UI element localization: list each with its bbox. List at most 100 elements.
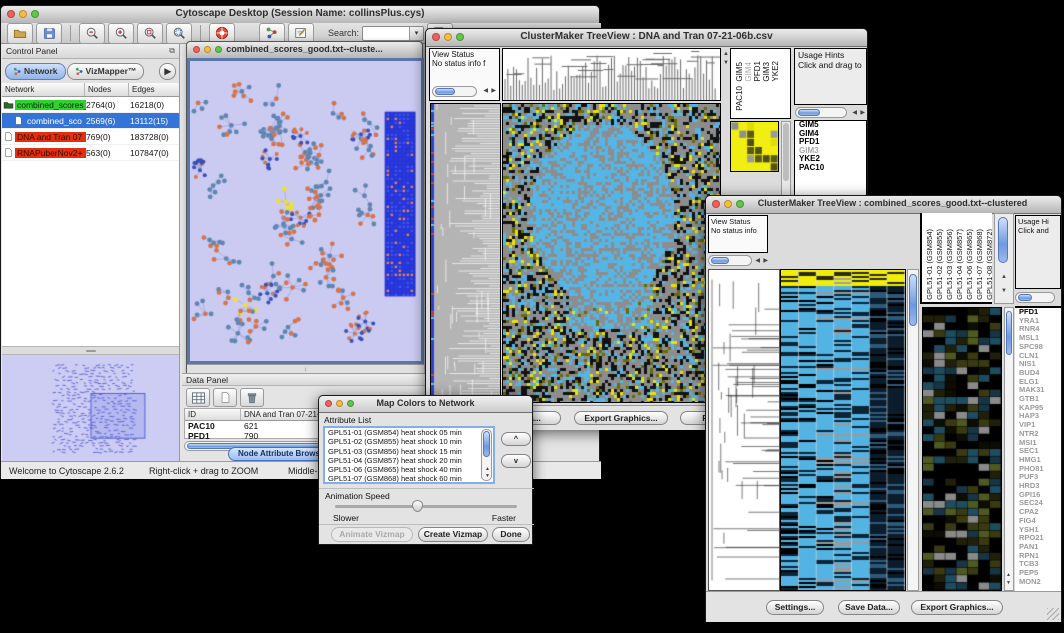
column-label[interactable]: YKE2: [771, 61, 780, 81]
new-attribute-icon[interactable]: [213, 388, 237, 407]
network-overview-canvas[interactable]: [4, 356, 178, 460]
treeview2-heatmap-vscrollbar[interactable]: [907, 269, 919, 591]
save-icon[interactable]: [36, 23, 62, 44]
search-input[interactable]: ▾: [362, 26, 424, 41]
column-label[interactable]: PAC10: [735, 86, 744, 111]
attribute-item[interactable]: GPL51-07 (GSM868) heat shock 60 min: [325, 474, 493, 483]
close-icon[interactable]: [325, 400, 332, 407]
scroll-down-icon[interactable]: ▼: [1006, 580, 1011, 586]
scroll-right-icon[interactable]: ▶: [491, 88, 496, 94]
export-graphics-button[interactable]: Export Graphics...: [574, 411, 668, 425]
treeview2-zoom-heatmap[interactable]: [922, 307, 1002, 591]
scroll-left-icon[interactable]: ◀: [483, 88, 488, 94]
column-label[interactable]: GPL51-08 (GSM872): [985, 229, 992, 300]
scroll-up-icon[interactable]: ▲: [485, 466, 490, 472]
usage-scrollbar[interactable]: [1015, 292, 1055, 303]
treeview2-titlebar[interactable]: ClusterMaker TreeView : combined_scores_…: [706, 196, 1061, 214]
animation-speed-slider[interactable]: [335, 505, 517, 508]
scroll-right-icon[interactable]: ▶: [860, 110, 865, 116]
network-list-row[interactable]: DNA and Tran 07 769(0) 183728(0): [2, 129, 179, 145]
create-vizmap-button[interactable]: Create Vizmap: [418, 527, 488, 542]
treeview1-heatmap[interactable]: [502, 103, 721, 403]
chevron-down-icon[interactable]: ▾: [409, 27, 423, 40]
resize-grip-icon[interactable]: ↕: [304, 367, 307, 373]
network-list-row[interactable]: combined_scores_ 2764(0) 16218(0): [2, 97, 179, 113]
view-status-scrollbar[interactable]: [708, 255, 752, 266]
column-label[interactable]: GPL51-07 (GSM868): [975, 229, 984, 300]
treeview2-row-dendrogram[interactable]: [708, 269, 780, 591]
network-canvas[interactable]: [190, 61, 419, 359]
treeview1-column-dendrogram[interactable]: [502, 48, 721, 101]
data-column-id[interactable]: ID: [185, 409, 241, 420]
column-header-edges[interactable]: Edges: [129, 83, 179, 96]
treeview2-heatmap[interactable]: [780, 269, 906, 591]
open-folder-icon[interactable]: [7, 23, 33, 44]
scroll-up-icon[interactable]: ▲: [723, 51, 729, 57]
scroll-up-icon[interactable]: ▲: [1006, 572, 1011, 578]
animate-vizmap-button[interactable]: Animate Vizmap: [331, 527, 413, 542]
network-list-row[interactable]: combined_sco 2569(6) 13112(15): [2, 113, 179, 129]
close-icon[interactable]: [712, 200, 720, 208]
attribute-item[interactable]: GPL51-03 (GSM856) heat shock 15 min: [325, 447, 493, 456]
move-down-button[interactable]: v: [501, 454, 531, 468]
network-list-row[interactable]: RNAPuberNov2+ 563(0) 107847(0): [2, 145, 179, 161]
column-label[interactable]: GPL51-03 (GSM856): [945, 229, 954, 300]
float-panel-icon[interactable]: ⧉: [169, 46, 175, 56]
control-panel-tab[interactable]: VizMapper™: [67, 63, 145, 80]
overview-splitter[interactable]: [2, 346, 179, 355]
column-label[interactable]: GIM4: [744, 62, 753, 82]
export-graphics-button[interactable]: Export Graphics...: [911, 600, 1003, 615]
dialog-titlebar[interactable]: Map Colors to Network: [319, 396, 532, 413]
delete-attribute-icon[interactable]: [240, 388, 264, 407]
done-button[interactable]: Done: [492, 527, 530, 542]
treeview1-row-dendrogram[interactable]: [430, 103, 501, 403]
treeview2-zoom-vscrollbar[interactable]: ▲ ▼: [1004, 307, 1014, 591]
column-header-nodes[interactable]: Nodes: [85, 83, 129, 96]
settings-button[interactable]: Settings...: [766, 600, 824, 615]
scroll-up-icon[interactable]: ▲: [1001, 274, 1007, 280]
scroll-down-icon[interactable]: ▼: [1001, 288, 1007, 294]
zoom-selected-icon[interactable]: [137, 23, 163, 44]
column-label[interactable]: GIM5: [735, 62, 744, 82]
column-label[interactable]: GPL51-01 (GSM854): [925, 229, 934, 300]
gene-label[interactable]: MON2: [1017, 578, 1061, 587]
close-icon[interactable]: [7, 10, 15, 18]
column-label[interactable]: GPL51-04 (GSM857): [955, 229, 964, 300]
move-up-button[interactable]: ^: [501, 432, 531, 446]
minimize-icon[interactable]: [336, 400, 343, 407]
column-header-network[interactable]: Network: [2, 83, 85, 96]
scroll-left-icon[interactable]: ◀: [852, 110, 857, 116]
column-label[interactable]: PFD1: [753, 61, 762, 81]
minimize-icon[interactable]: [204, 46, 211, 53]
scroll-down-icon[interactable]: ▼: [485, 473, 490, 479]
scroll-right-icon[interactable]: ▶: [763, 258, 768, 264]
scroll-down-icon[interactable]: ▼: [723, 60, 729, 66]
resize-grip-icon[interactable]: [1047, 608, 1059, 620]
attribute-item[interactable]: GPL51-02 (GSM855) heat shock 10 min: [325, 437, 493, 446]
save-data-button[interactable]: Save Data...: [838, 600, 900, 615]
scroll-left-icon[interactable]: ◀: [755, 258, 760, 264]
close-icon[interactable]: [432, 33, 440, 41]
column-label[interactable]: GPL51-02 (GSM855): [935, 229, 944, 300]
network-view-titlebar[interactable]: combined_scores_good.txt--cluste...: [187, 42, 422, 59]
tab-overflow-button[interactable]: ▶: [159, 63, 176, 80]
gene-label[interactable]: PAC10: [797, 164, 866, 173]
treeview2-labels-scrollbar[interactable]: ▲ ▼: [994, 213, 1014, 304]
column-label[interactable]: GPL51-06 (GSM865): [965, 229, 974, 300]
attribute-table-icon[interactable]: [186, 388, 210, 407]
slider-thumb[interactable]: [412, 500, 423, 512]
main-titlebar[interactable]: Cytoscape Desktop (Session Name: collins…: [1, 6, 599, 24]
column-label[interactable]: GIM3: [762, 62, 771, 82]
treeview1-summary-matrix[interactable]: [730, 121, 779, 172]
zoom-scrollbar[interactable]: [795, 107, 847, 118]
attribute-item[interactable]: GPL51-04 (GSM857) heat shock 20 min: [325, 456, 493, 465]
attribute-item[interactable]: GPL51-06 (GSM865) heat shock 40 min: [325, 465, 493, 474]
control-panel-tab[interactable]: Network: [5, 63, 66, 80]
view-status-scrollbar[interactable]: [432, 86, 477, 97]
attribute-item[interactable]: GPL51-01 (GSM854) heat shock 05 min: [325, 428, 493, 437]
zoom-out-icon[interactable]: [79, 23, 105, 44]
zoom-in-icon[interactable]: [108, 23, 134, 44]
close-icon[interactable]: [193, 46, 200, 53]
node-attribute-browser-button[interactable]: Node Attribute Brows: [228, 447, 330, 461]
treeview1-titlebar[interactable]: ClusterMaker TreeView : DNA and Tran 07-…: [426, 29, 867, 47]
